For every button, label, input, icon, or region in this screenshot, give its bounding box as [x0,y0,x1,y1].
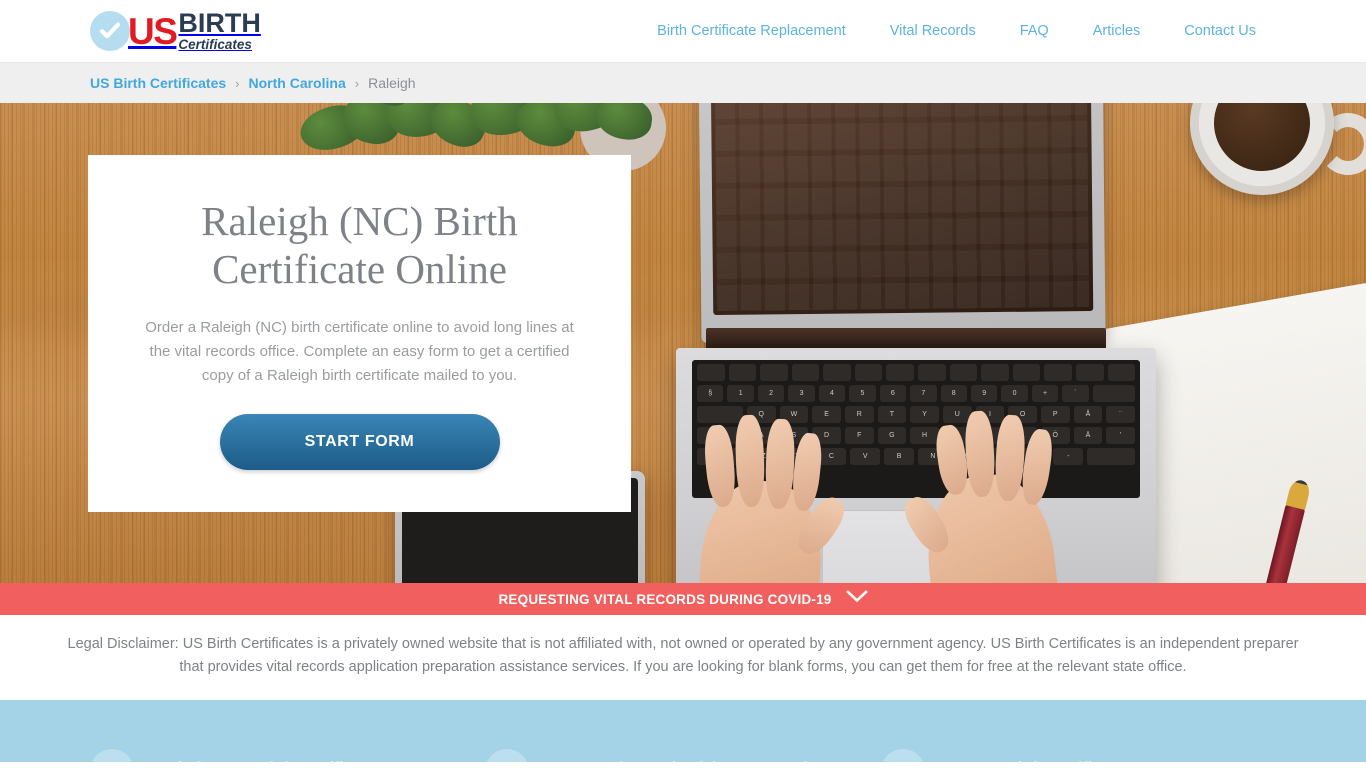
check-circle-icon [90,11,130,51]
screen-reflection [714,103,1090,311]
hero-section: §123 4567 890+ ´ QWE RTYU IOPÅ ¨ ASD FGH… [0,103,1366,583]
hero-card: Raleigh (NC) Birth Certificate Online Or… [88,155,631,512]
keyboard-number-row: § 1 2 3 4567 8 9 0 + ´ [692,381,1140,402]
laptop-screen-display [710,103,1094,315]
logo-birth-text: BIRTH [178,8,261,39]
covid-banner-label: REQUESTING VITAL RECORDS DURING COVID-19 [498,591,832,607]
hero-subtitle: Order a Raleigh (NC) birth certificate o… [145,318,574,385]
chevron-down-icon[interactable] [845,590,868,608]
step-number-circle [485,748,530,762]
coffee-liquid [1214,103,1310,171]
nav-item-contact-us[interactable]: Contact Us [1184,23,1256,39]
breadcrumb-separator-icon: › [235,75,240,91]
breadcrumb-item-home[interactable]: US Birth Certificates [90,75,226,91]
laptop-hinge [706,328,1106,350]
legal-disclaimer: Legal Disclaimer: US Birth Certificates … [0,615,1366,700]
site-header: US BIRTH Certificates Birth Certificate … [0,0,1366,63]
steps-section: Apply for your Birth Certificate Expert … [0,699,1366,762]
step-label-2: Expert review and quick turnaround [543,760,807,762]
step-number-circle [880,748,925,762]
breadcrumb-item-north-carolina[interactable]: North Carolina [249,75,346,91]
page-title: Raleigh (NC) Birth Certificate Online [201,197,518,294]
step-item-2: Expert review and quick turnaround [485,745,880,762]
step-item-3: Get your Birth Certificate [880,745,1276,762]
breadcrumb-item-current: Raleigh [368,75,416,91]
step-label-3: Get your Birth Certificate [939,760,1123,762]
covid-notice-banner[interactable]: REQUESTING VITAL RECORDS DURING COVID-19 [0,583,1366,615]
start-form-button[interactable]: START FORM [219,413,500,470]
logo-us-text: US [128,10,178,52]
step-number-circle [90,748,134,762]
page-title-line-2: Certificate Online [212,246,507,293]
nav-item-vital-records[interactable]: Vital Records [890,23,976,39]
laptop-screen [698,103,1106,344]
page-title-line-1: Raleigh (NC) Birth [201,198,518,244]
main-navigation: Birth Certificate Replacement Vital Reco… [657,23,1256,39]
step-label-1: Apply for your Birth Certificate [148,760,375,762]
breadcrumb: US Birth Certificates › North Carolina ›… [0,63,1366,103]
logo-certificates-text: Certificates [178,37,252,53]
site-logo[interactable]: US BIRTH Certificates [90,10,261,52]
breadcrumb-separator-icon: › [354,75,360,91]
keyboard-function-row [692,360,1140,381]
nav-item-articles[interactable]: Articles [1093,23,1141,39]
nav-item-faq[interactable]: FAQ [1020,23,1049,39]
keyboard-qwerty-row: QWE RTYU IOPÅ ¨ [692,402,1140,423]
nav-item-birth-certificate-replacement[interactable]: Birth Certificate Replacement [657,23,846,39]
step-item-1: Apply for your Birth Certificate [90,745,485,762]
